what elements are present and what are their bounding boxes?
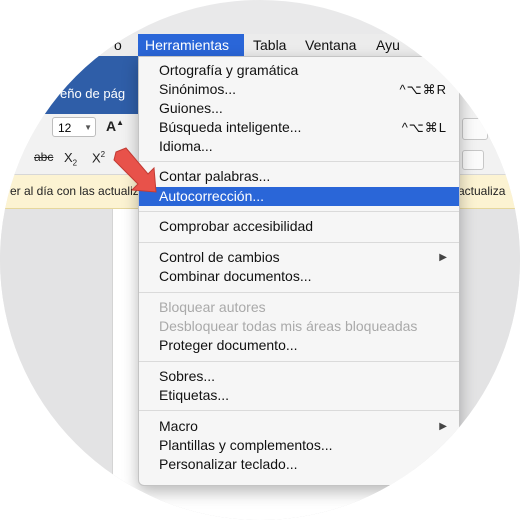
menubar-item-partial[interactable]: o — [108, 34, 128, 56]
notice-text-right: actualiza — [458, 184, 506, 198]
menu-item-etiquetas[interactable]: Etiquetas... — [139, 386, 459, 405]
menu-item-proteger-documento[interactable]: Proteger documento... — [139, 336, 459, 355]
herramientas-dropdown-menu: Ortografía y gramática Sinónimos... ^⌥⌘R … — [138, 56, 460, 486]
menubar-item-ventana[interactable]: Ventana — [299, 34, 362, 56]
menu-item-desbloquear-areas: Desbloquear todas mis áreas bloqueadas — [159, 318, 418, 334]
menu-item-control-de-cambios[interactable]: Control de cambios ▶ — [139, 248, 459, 267]
toolbar-style-button[interactable] — [462, 118, 488, 140]
menu-separator — [139, 410, 459, 411]
ribbon-tab-diseno[interactable]: eño de pág — [60, 86, 125, 101]
menu-item-busqueda-inteligente[interactable]: Búsqueda inteligente... ^⌥⌘L — [139, 118, 459, 137]
menubar-item-herramientas[interactable]: Herramientas — [138, 34, 244, 56]
menu-item-autocorreccion[interactable]: Autocorrección... — [139, 187, 459, 206]
menu-item-ortografia[interactable]: Ortografía y gramática — [139, 61, 459, 80]
menu-separator — [139, 361, 459, 362]
menu-item-idioma[interactable]: Idioma... — [139, 137, 459, 156]
red-arrow-pointer-icon — [113, 147, 157, 193]
strikethrough-button[interactable]: abc — [34, 150, 53, 164]
menu-item-personalizar-teclado[interactable]: Personalizar teclado... — [139, 455, 459, 474]
menu-item-plantillas[interactable]: Plantillas y complementos... — [139, 436, 459, 455]
menu-separator — [139, 242, 459, 243]
menu-item-sinonimos[interactable]: Sinónimos... ^⌥⌘R — [139, 80, 459, 99]
menubar-item-ayuda[interactable]: Ayu — [370, 34, 406, 56]
app-menubar: o Herramientas Tabla Ventana Ayu — [0, 34, 520, 57]
menu-item-combinar-documentos[interactable]: Combinar documentos... — [139, 267, 459, 286]
menu-item-bloquear-autores: Bloquear autores — [159, 299, 266, 315]
submenu-arrow-icon: ▶ — [439, 252, 447, 263]
menu-item-contar-palabras[interactable]: Contar palabras... — [139, 167, 459, 186]
menu-separator — [139, 211, 459, 212]
shortcut-label: ^⌥⌘R — [399, 82, 447, 97]
menu-item-guiones[interactable]: Guiones... — [139, 99, 459, 118]
chevron-down-icon: ▼ — [84, 123, 92, 132]
menu-separator — [139, 292, 459, 293]
grow-font-button[interactable]: A▲ — [106, 118, 124, 134]
ribbon-tab-strip: eño de pág — [0, 56, 140, 114]
toolbar-border-button[interactable] — [462, 150, 484, 170]
superscript-button[interactable]: X2 — [92, 150, 105, 165]
menu-item-sobres[interactable]: Sobres... — [139, 367, 459, 386]
subscript-button[interactable]: X2 — [64, 150, 77, 168]
caret-up-icon: ▲ — [116, 118, 125, 127]
shortcut-label: ^⌥⌘L — [401, 120, 447, 135]
submenu-arrow-icon: ▶ — [439, 421, 447, 432]
menu-item-macro[interactable]: Macro ▶ — [139, 417, 459, 436]
screenshot-frame: o Herramientas Tabla Ventana Ayu eño de … — [0, 0, 520, 520]
font-size-select[interactable]: 12 ▼ — [52, 117, 96, 137]
font-size-value: 12 — [58, 121, 72, 135]
menubar-item-tabla[interactable]: Tabla — [247, 34, 292, 56]
menu-separator — [139, 161, 459, 162]
menu-item-comprobar-accesibilidad[interactable]: Comprobar accesibilidad — [139, 217, 459, 236]
